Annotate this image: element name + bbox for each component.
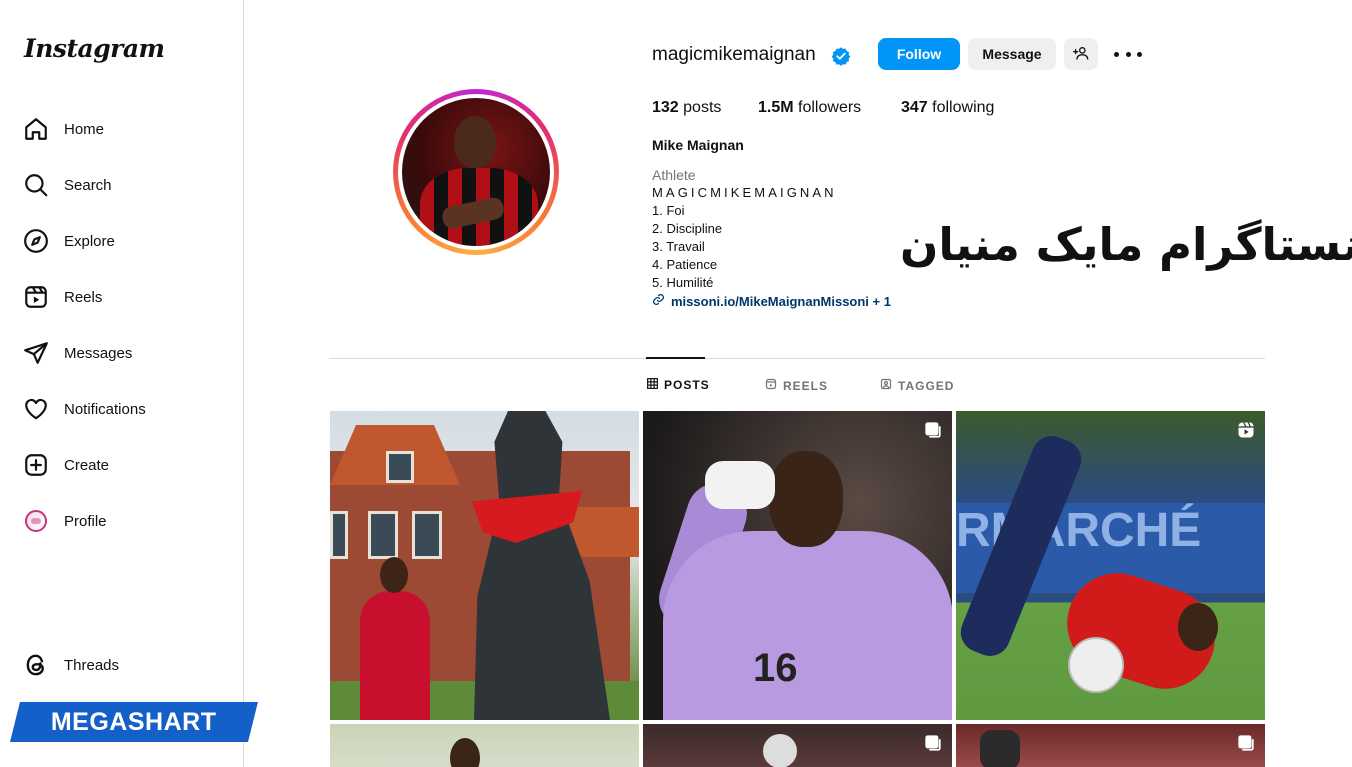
- add-user-icon: [1073, 45, 1089, 64]
- sidebar-item-create[interactable]: Create: [22, 449, 222, 481]
- sidebar-item-home[interactable]: Home: [22, 113, 222, 145]
- send-icon: [22, 339, 50, 367]
- sidebar-item-label: Notifications: [64, 400, 146, 418]
- post-thumbnail[interactable]: [956, 724, 1265, 767]
- sidebar-item-explore[interactable]: Explore: [22, 225, 222, 257]
- active-tab-indicator: [646, 357, 705, 359]
- compass-icon: [22, 227, 50, 255]
- post-thumbnail[interactable]: [330, 724, 639, 767]
- sidebar-item-profile[interactable]: Profile: [22, 505, 222, 537]
- threads-icon: [22, 651, 50, 679]
- sidebar-item-label: Profile: [64, 512, 107, 530]
- sidebar-item-label: Search: [64, 176, 112, 194]
- tagged-icon: [880, 378, 892, 393]
- sidebar-item-label: Create: [64, 456, 110, 474]
- tab-reels[interactable]: REELS: [765, 378, 828, 393]
- profile-full-name: Mike Maignan: [652, 137, 744, 153]
- tab-label: TAGGED: [898, 378, 955, 393]
- grid-icon: [647, 378, 658, 392]
- bio-line: 2. Discipline: [652, 221, 723, 236]
- reels-icon: [765, 378, 777, 393]
- posts-count: 132: [652, 99, 679, 116]
- bio-line: 1. Foi: [652, 203, 685, 218]
- reels-icon: [22, 283, 50, 311]
- sidebar-item-label: Reels: [64, 288, 103, 306]
- heart-icon: [22, 395, 50, 423]
- profile-category: Athlete: [652, 167, 696, 183]
- avatar-icon: [22, 507, 50, 535]
- tab-tagged[interactable]: TAGGED: [880, 378, 954, 393]
- profile-picture: [402, 98, 550, 246]
- bio-link-text: missoni.io/MikeMaignanMissoni + 1: [671, 293, 891, 309]
- tab-label: POSTS: [664, 378, 710, 392]
- following-count: 347: [901, 99, 928, 116]
- bio-line: MAGICMIKEMAIGNAN: [652, 185, 837, 200]
- sidebar-item-messages[interactable]: Messages: [22, 337, 222, 369]
- following-stat[interactable]: 347 following: [901, 99, 994, 117]
- bio-line: 4. Patience: [652, 257, 718, 272]
- profile-picture-story-ring[interactable]: [393, 89, 559, 255]
- post-thumbnail[interactable]: [330, 411, 639, 720]
- carousel-icon: [924, 734, 942, 752]
- carousel-icon: [924, 421, 942, 439]
- tab-posts[interactable]: POSTS: [647, 378, 710, 392]
- posts-count-stat: 132 posts: [652, 99, 721, 117]
- sidebar-item-label: Threads: [64, 656, 120, 674]
- sidebar-item-reels[interactable]: Reels: [22, 281, 222, 313]
- reel-icon: [1237, 421, 1255, 439]
- following-label: following: [932, 99, 995, 116]
- bio-link[interactable]: missoni.io/MikeMaignanMissoni + 1: [652, 293, 891, 309]
- posts-label: posts: [683, 99, 722, 116]
- post-thumbnail[interactable]: 16: [643, 411, 952, 720]
- plus-square-icon: [22, 451, 50, 479]
- profile-username: magicmikemaignan: [652, 44, 816, 65]
- sidebar-item-threads[interactable]: Threads: [22, 649, 222, 681]
- post-thumbnail[interactable]: RMARCHÉ: [956, 411, 1265, 720]
- sidebar-item-search[interactable]: Search: [22, 169, 222, 201]
- sidebar-item-notifications[interactable]: Notifications: [22, 393, 222, 425]
- instagram-logo[interactable]: Instagram: [24, 34, 165, 63]
- tab-label: REELS: [783, 378, 829, 393]
- sidebar: Instagram Home Search Explore Reels Mess…: [0, 0, 244, 767]
- sidebar-item-label: Home: [64, 120, 105, 138]
- followers-label: followers: [798, 99, 862, 116]
- dot-icon: [1114, 51, 1119, 57]
- message-button[interactable]: Message: [968, 38, 1056, 70]
- carousel-icon: [1237, 734, 1255, 752]
- suggested-users-button[interactable]: [1064, 38, 1098, 70]
- follow-button[interactable]: Follow: [878, 38, 960, 70]
- more-options-button[interactable]: [1114, 44, 1142, 64]
- followers-stat[interactable]: 1.5M followers: [758, 99, 861, 117]
- verified-badge-icon: [831, 46, 851, 66]
- search-icon: [22, 171, 50, 199]
- dot-icon: [1137, 51, 1142, 57]
- sidebar-item-label: Explore: [64, 232, 115, 250]
- bio-line: 3. Travail: [652, 239, 705, 254]
- overlay-caption: اینستاگرام مایک منیان: [900, 218, 1352, 271]
- bio-line: 5. Humilité: [652, 275, 714, 290]
- link-icon: [652, 293, 665, 309]
- followers-count: 1.5M: [758, 99, 794, 116]
- tabs-divider: [329, 358, 1265, 359]
- dot-icon: [1125, 51, 1131, 57]
- sidebar-item-label: Messages: [64, 344, 133, 362]
- watermark-text: MEGASHART: [51, 707, 217, 736]
- megashart-watermark: MEGASHART: [10, 702, 258, 742]
- jersey-number: 16: [753, 646, 798, 690]
- home-icon: [22, 115, 50, 143]
- post-thumbnail[interactable]: [643, 724, 952, 767]
